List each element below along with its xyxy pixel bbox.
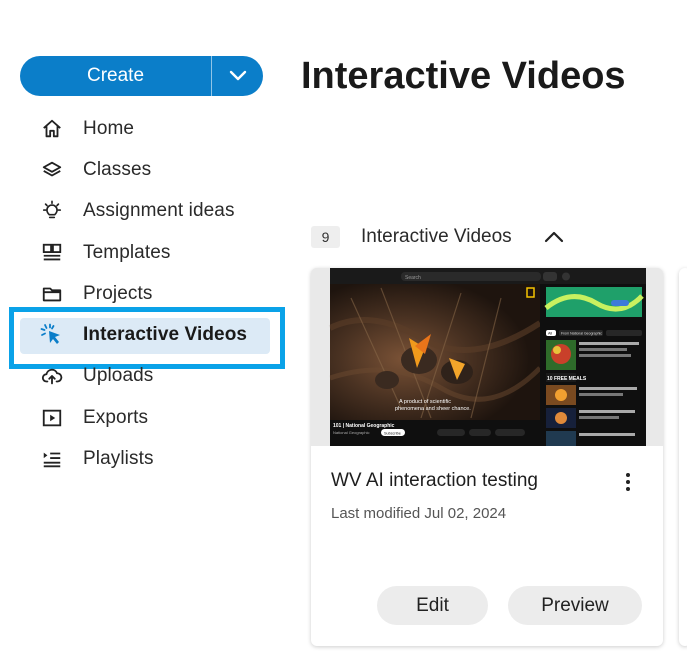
sidebar-item-label: Playlists <box>83 448 154 470</box>
count-badge: 9 <box>311 226 340 248</box>
thumbnail-image: Search A product of scientific phenomena… <box>311 268 663 446</box>
thumb-side-label: 10 FREE MEALS <box>547 376 587 382</box>
lightbulb-icon <box>40 199 64 223</box>
sidebar-item-label: Projects <box>83 282 153 304</box>
collapse-button[interactable] <box>542 225 566 249</box>
chevron-up-icon <box>544 231 563 243</box>
sidebar-item-home[interactable]: Home <box>0 108 290 149</box>
sidebar-item-classes[interactable]: Classes <box>0 149 290 190</box>
sidebar-item-label: Uploads <box>83 365 154 387</box>
sidebar-item-exports[interactable]: Exports <box>0 397 290 438</box>
folder-icon <box>40 282 64 306</box>
sidebar-item-label: Home <box>83 117 135 139</box>
section-header: 9 Interactive Videos <box>311 225 566 249</box>
play-box-icon <box>40 406 64 430</box>
thumb-channel: National Geographic <box>333 430 369 435</box>
playlist-icon <box>40 447 64 471</box>
chevron-down-icon <box>229 70 246 81</box>
video-thumbnail[interactable]: Search A product of scientific phenomena… <box>311 268 663 446</box>
thumb-chip-all: All <box>548 332 552 336</box>
sidebar-item-assignment-ideas[interactable]: Assignment ideas <box>0 191 290 232</box>
thumb-search-text: Search <box>405 275 421 281</box>
create-split-button: Create <box>20 56 263 96</box>
page-title: Interactive Videos <box>301 55 626 97</box>
card-title: WV AI interaction testing <box>331 470 538 491</box>
sidebar-item-playlists[interactable]: Playlists <box>0 438 290 479</box>
create-button[interactable]: Create <box>20 56 212 96</box>
thumb-chip-natgeo: From National Geographic <box>561 332 602 336</box>
sidebar-item-templates[interactable]: Templates <box>0 232 290 273</box>
edit-button[interactable]: Edit <box>377 586 488 625</box>
cursor-click-icon <box>40 323 64 347</box>
section-title: Interactive Videos <box>361 226 512 247</box>
layers-icon <box>40 158 64 182</box>
preview-button[interactable]: Preview <box>508 586 642 625</box>
sidebar-item-label: Interactive Videos <box>83 324 248 346</box>
sidebar-nav: Home Classes Assignment ideas Templates … <box>0 108 290 480</box>
last-modified: Last modified Jul 02, 2024 <box>331 505 507 522</box>
cloud-upload-icon <box>40 364 64 388</box>
next-video-card[interactable] <box>679 268 687 646</box>
home-icon <box>40 117 64 141</box>
more-options-icon[interactable] <box>616 469 640 495</box>
sidebar-item-interactive-videos[interactable]: Interactive Videos <box>0 307 290 370</box>
sidebar-item-label: Templates <box>83 241 171 263</box>
templates-icon <box>40 241 64 265</box>
thumb-video-title: 101 | National Geographic <box>333 423 395 429</box>
sidebar-item-label: Classes <box>83 158 152 180</box>
video-card: Search A product of scientific phenomena… <box>311 268 663 646</box>
sidebar-item-label: Exports <box>83 406 149 428</box>
sidebar-item-label: Assignment ideas <box>83 200 235 222</box>
sidebar-item-uploads[interactable]: Uploads <box>0 356 290 397</box>
thumb-subscribe: Subscribe <box>384 431 401 435</box>
create-dropdown-button[interactable] <box>212 56 263 96</box>
